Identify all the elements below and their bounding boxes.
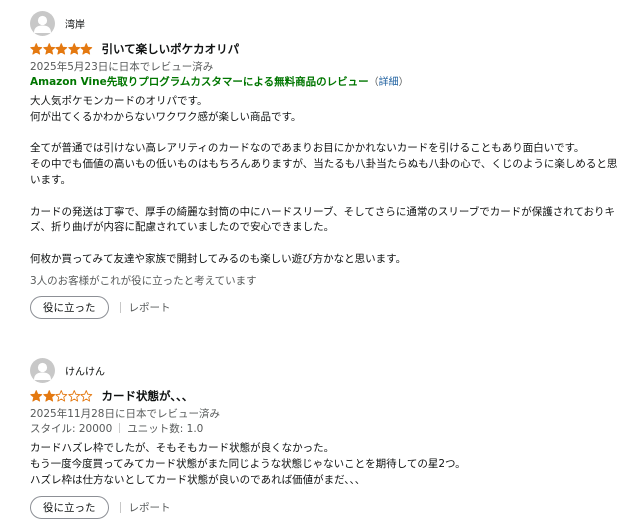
user-silhouette-icon [34, 362, 51, 380]
review-body-line: ハズレ枠は仕方ないとしてカード状態が良いのであれば価値がまだ、、、 [30, 473, 366, 486]
action-divider [119, 301, 121, 313]
star-empty-icon [67, 390, 80, 402]
review-body-line: カードの発送は丁寧で、厚手の綺麗な封筒の中にハードスリーブ、そしてさらに通常のス… [30, 205, 616, 234]
star-filled-icon [30, 390, 43, 402]
report-link[interactable]: レポート [129, 500, 171, 515]
review-date: 2025年11月28日に日本でレビュー済み [30, 408, 220, 420]
star-filled-icon [55, 43, 68, 55]
vine-open-paren: （ [368, 77, 379, 88]
review-body-line: 何枚か買ってみて友達や家族で開封してみるのも楽しい遊び方かなと思います。 [30, 252, 407, 265]
reviewer-name[interactable]: 湾岸 [65, 16, 85, 31]
avatar [30, 10, 55, 36]
vine-details-link[interactable]: 詳細 [379, 77, 399, 88]
helpful-button[interactable]: 役に立った [30, 295, 109, 319]
review-1: 湾岸 引いて楽しいポケカオリパ 2025年5月23日に日本でレビュー済み Ama… [30, 10, 620, 319]
review-body-line: その中でも価値の高いもの低いものはもちろんありますが、当たるも八卦当たらぬも八卦… [30, 158, 618, 186]
review-body-line: 大人気ポケモンカードのオリパです。 [30, 95, 208, 107]
review-body-line: もう一度今度買ってみてカード状態がまた同じような状態じゃないことを期待しての星2… [30, 457, 466, 470]
star-filled-icon [30, 43, 43, 55]
review-body: カードハズレ枠でしたが、そもそもカード状態が良くなかった。もう一度今度買ってみて… [30, 441, 620, 488]
avatar [30, 357, 55, 383]
star-empty-icon [55, 390, 68, 402]
review-title[interactable]: 引いて楽しいポケカオリパ [102, 41, 240, 57]
review-variant-info: スタイル: 20000 ユニット数: 1.0 [30, 422, 620, 437]
report-link[interactable]: レポート [129, 300, 171, 315]
unit-label: ユニット数: 1.0 [127, 423, 204, 435]
reviewer-profile[interactable]: けんけん [30, 357, 620, 383]
meta-divider [119, 423, 121, 433]
review-2: けんけん カード状態が、、、 2025年11月28日に日本でレビュー済み スタイ… [30, 357, 620, 520]
star-filled-icon [42, 390, 55, 402]
star-empty-icon [80, 390, 93, 402]
star-rating[interactable] [30, 390, 93, 402]
user-silhouette-icon [34, 15, 51, 33]
review-body: 大人気ポケモンカードのオリパです。何が出てくるかわからないワクワク感が楽しい商品… [30, 94, 620, 268]
vine-close-paren: ） [398, 77, 409, 88]
helpful-button[interactable]: 役に立った [30, 496, 109, 520]
review-body-line: カードハズレ枠でしたが、そもそもカード状態が良くなかった。 [30, 442, 335, 454]
review-body-line: 全てが普通では引けない高レアリティのカードなのであまりお目にかかれないカードを引… [30, 142, 585, 155]
helpful-count: 3人のお客様がこれが役に立ったと考えています [30, 274, 257, 287]
vine-badge: Amazon Vine先取りプログラムカスタマーによる無料商品のレビュー（詳細） [30, 75, 620, 90]
style-label: スタイル: 20000 [30, 423, 113, 435]
reviewer-name[interactable]: けんけん [65, 363, 105, 378]
review-date: 2025年5月23日に日本でレビュー済み [30, 61, 214, 73]
reviewer-profile[interactable]: 湾岸 [30, 10, 620, 36]
star-filled-icon [67, 43, 80, 55]
review-title[interactable]: カード状態が、、、 [102, 388, 194, 404]
star-rating[interactable] [30, 43, 93, 55]
vine-label: Amazon Vine先取りプログラムカスタマーによる無料商品のレビュー [30, 76, 369, 88]
action-divider [119, 502, 121, 514]
star-filled-icon [42, 43, 55, 55]
review-body-line: 何が出てくるかわからないワクワク感が楽しい商品です。 [30, 110, 302, 123]
star-filled-icon [80, 43, 93, 55]
